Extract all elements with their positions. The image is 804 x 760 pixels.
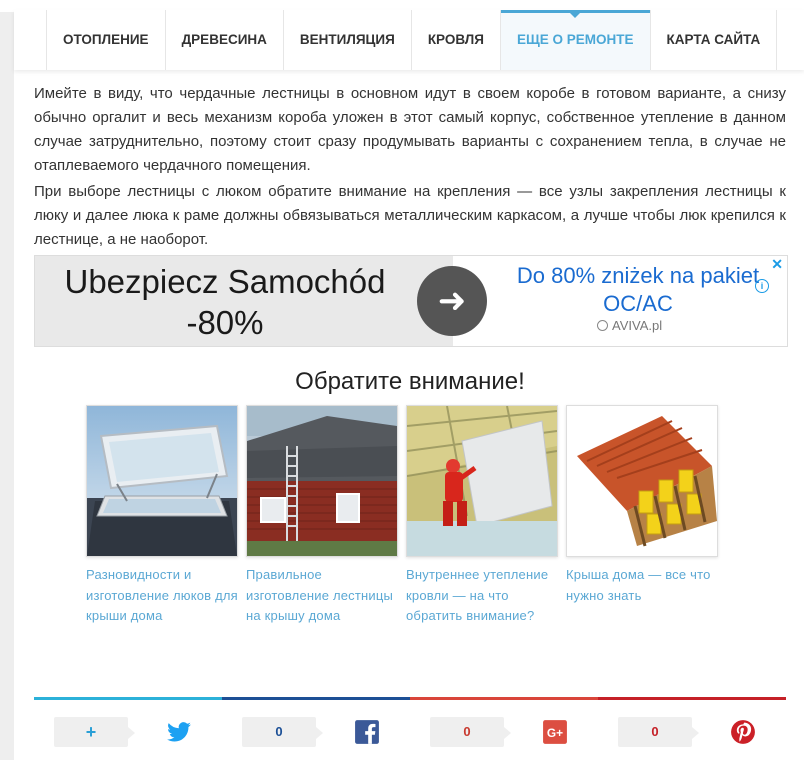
ad-close-icon[interactable]: ✕ — [771, 256, 783, 273]
share-divider-segment — [598, 697, 786, 700]
nav-item-ventilation[interactable]: ВЕНТИЛЯЦИЯ — [282, 10, 411, 70]
related-card[interactable]: Внутреннее утепление кровли — на что обр… — [406, 405, 558, 627]
roof-structure-image — [567, 406, 717, 556]
related-cards: Разновидности и изготовление люков для к… — [86, 405, 726, 655]
svg-text:G+: G+ — [547, 726, 563, 740]
ad-headline-line-2: -80% — [186, 304, 264, 341]
ad-info-icon[interactable]: i — [755, 279, 769, 293]
share-count: 0 — [242, 717, 323, 747]
house-ladder-thumbnail[interactable] — [246, 405, 398, 557]
insulation-worker-image — [407, 406, 557, 556]
related-card[interactable]: Крыша дома — все что нужно знать — [566, 405, 718, 606]
share-count: + — [54, 717, 135, 747]
article-paragraph-2: При выборе лестницы с люком обратите вни… — [34, 183, 786, 248]
share-count: 0 — [430, 717, 511, 747]
roof-structure-thumbnail[interactable] — [566, 405, 718, 557]
related-card-title[interactable]: Разновидности и изготовление люков для к… — [86, 565, 238, 627]
ad-headline-line-1: Ubezpiecz Samochód — [64, 263, 386, 300]
related-heading: Обратите внимание! — [295, 368, 525, 395]
share-divider-segment — [222, 697, 410, 700]
related-card-title[interactable]: Правильное изготовление лестницы на крыш… — [246, 565, 398, 627]
related-card[interactable]: Разновидности и изготовление люков для к… — [86, 405, 238, 627]
facebook-icon[interactable] — [354, 719, 380, 745]
nav-item-wood[interactable]: ДРЕВЕСИНА — [164, 10, 283, 70]
ad-headline[interactable]: Ubezpiecz Samochód -80% — [35, 261, 415, 343]
share-divider-segment — [410, 697, 598, 700]
share-divider — [34, 697, 786, 700]
house-ladder-image — [247, 406, 397, 556]
share-divider-segment — [34, 697, 222, 700]
share-count: 0 — [618, 717, 699, 747]
pinterest-icon[interactable] — [730, 719, 756, 745]
ad-offer-line-2: OC/AC — [603, 291, 673, 316]
ad-brand[interactable]: AVIVA.pl — [597, 318, 662, 333]
nav-item-more-repair[interactable]: ЕЩЕ О РЕМОНТЕ — [499, 10, 650, 70]
nav-item-roofing[interactable]: КРОВЛЯ — [410, 10, 500, 70]
roof-hatch-image — [87, 406, 237, 556]
google-plus-icon[interactable]: G+ — [542, 719, 568, 745]
roof-hatch-thumbnail[interactable] — [86, 405, 238, 557]
ad-banner[interactable]: Ubezpiecz Samochód -80% Do 80% zniżek na… — [34, 255, 788, 347]
main-navigation: ОТОПЛЕНИЕ ДРЕВЕСИНА ВЕНТИЛЯЦИЯ КРОВЛЯ ЕЩ… — [14, 10, 804, 70]
nav-item-sitemap[interactable]: КАРТА САЙТА — [649, 10, 778, 70]
article-paragraph-1: Имейте в виду, что чердачные лестницы в … — [34, 85, 786, 174]
share-bar: + 0 0 G+ 0 — [34, 712, 786, 752]
ad-arrow-icon[interactable]: ➜ — [417, 266, 487, 336]
insulation-worker-thumbnail[interactable] — [406, 405, 558, 557]
aviva-logo-icon — [597, 320, 608, 331]
nav-items: ОТОПЛЕНИЕ ДРЕВЕСИНА ВЕНТИЛЯЦИЯ КРОВЛЯ ЕЩ… — [46, 10, 778, 70]
ad-left-panel[interactable]: Ubezpiecz Samochód -80% — [35, 256, 453, 346]
ad-offer[interactable]: Do 80% zniżek na pakiet OC/AC — [493, 262, 783, 318]
ad-offer-line-1: Do 80% zniżek na pakiet — [516, 263, 760, 288]
twitter-icon[interactable] — [166, 719, 192, 745]
ad-brand-label: AVIVA.pl — [612, 318, 663, 333]
related-card-title[interactable]: Крыша дома — все что нужно знать — [566, 565, 718, 606]
nav-item-heating[interactable]: ОТОПЛЕНИЕ — [46, 10, 165, 70]
related-card-title[interactable]: Внутреннее утепление кровли — на что обр… — [406, 565, 558, 627]
related-card[interactable]: Правильное изготовление лестницы на крыш… — [246, 405, 398, 627]
